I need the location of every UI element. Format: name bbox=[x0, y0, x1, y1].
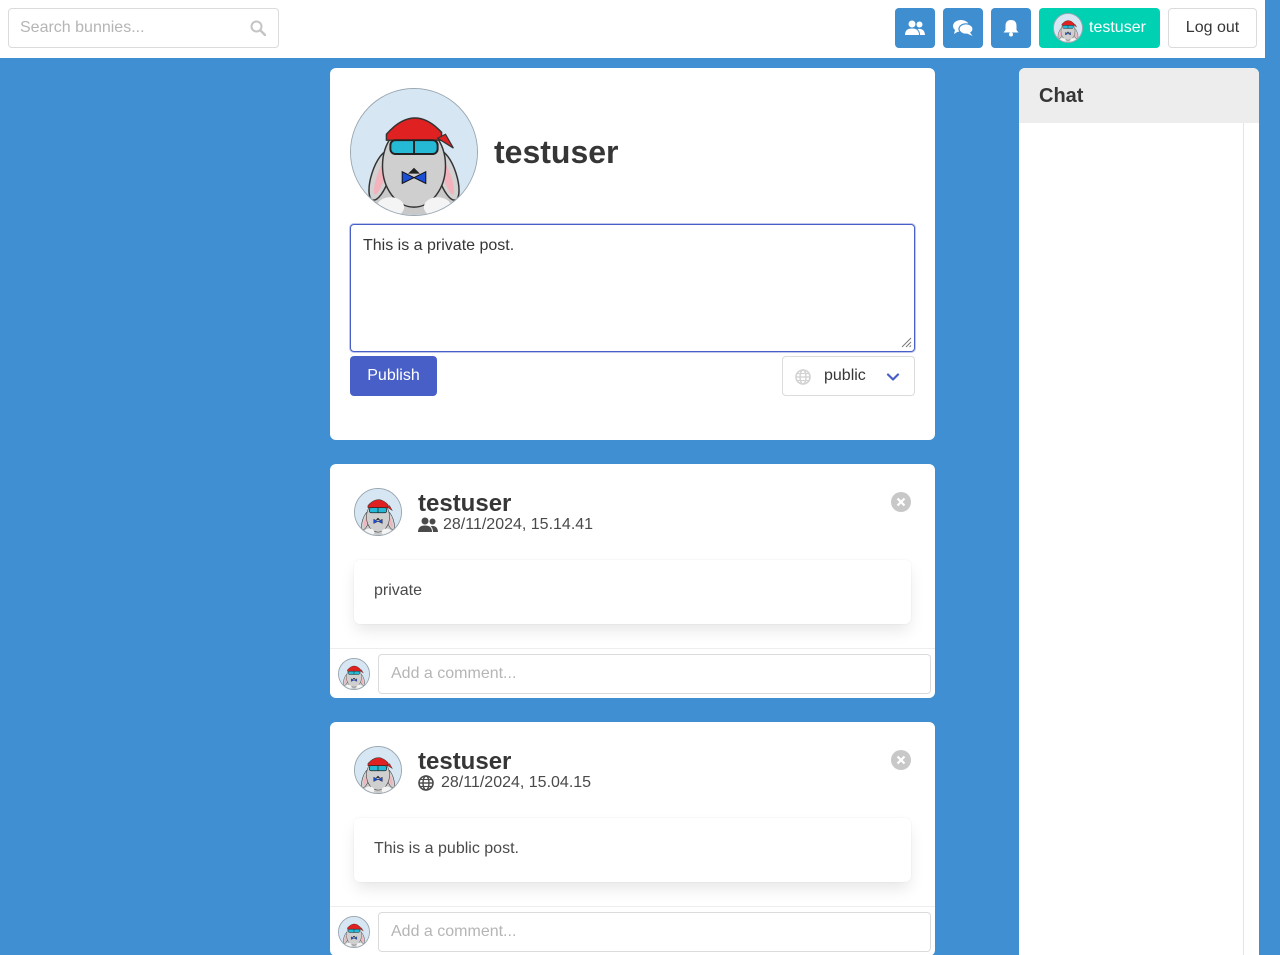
top-navbar: testuser Log out bbox=[0, 0, 1265, 58]
comment-input[interactable] bbox=[378, 654, 931, 694]
post-content: private bbox=[354, 560, 911, 624]
post-author-avatar[interactable] bbox=[354, 488, 402, 536]
user-profile-button[interactable]: testuser bbox=[1039, 8, 1160, 48]
resize-grip-icon[interactable] bbox=[900, 336, 912, 348]
publish-button[interactable]: Publish bbox=[350, 356, 437, 396]
delete-post-icon[interactable] bbox=[891, 492, 911, 512]
post-meta: 28/11/2024, 15.14.41 bbox=[418, 516, 593, 534]
post-author-avatar[interactable] bbox=[354, 746, 402, 794]
post-card: testuser 28/11/2024, 15.14.41 private bbox=[330, 464, 935, 698]
notifications-icon bbox=[1003, 20, 1019, 37]
chat-title: Chat bbox=[1019, 68, 1259, 123]
visibility-select[interactable]: public bbox=[782, 356, 915, 396]
visibility-value: public bbox=[824, 367, 866, 384]
messages-icon bbox=[953, 20, 973, 36]
profile-avatar[interactable] bbox=[350, 88, 478, 216]
post-card: testuser 28/11/2024, 15.04.15 This is a … bbox=[330, 722, 935, 955]
post-timestamp: 28/11/2024, 15.14.41 bbox=[443, 516, 594, 533]
navbar-username: testuser bbox=[1089, 19, 1146, 36]
delete-post-icon[interactable] bbox=[891, 750, 911, 770]
globe-icon bbox=[795, 369, 811, 385]
comment-avatar bbox=[338, 658, 370, 690]
friends-button[interactable] bbox=[895, 8, 935, 48]
search-input[interactable] bbox=[20, 9, 240, 47]
chevron-down-icon bbox=[886, 373, 900, 381]
logout-button[interactable]: Log out bbox=[1168, 8, 1257, 48]
post-divider bbox=[330, 648, 935, 649]
search-icon[interactable] bbox=[250, 20, 266, 36]
globe-icon bbox=[418, 775, 434, 791]
profile-username: testuser bbox=[494, 134, 619, 170]
comment-input[interactable] bbox=[378, 912, 931, 952]
friends-icon bbox=[905, 20, 925, 36]
comment-avatar bbox=[338, 916, 370, 948]
chat-scrollbar[interactable] bbox=[1243, 123, 1244, 955]
profile-card: testuser Publish public bbox=[330, 68, 935, 440]
chat-panel: Chat bbox=[1019, 68, 1259, 955]
post-content: This is a public post. bbox=[354, 818, 911, 882]
user-avatar bbox=[1053, 13, 1083, 43]
post-timestamp: 28/11/2024, 15.04.15 bbox=[441, 774, 592, 791]
friends-icon bbox=[418, 517, 438, 533]
post-author-name[interactable]: testuser bbox=[418, 490, 511, 518]
post-composer-textarea[interactable] bbox=[350, 224, 915, 352]
messages-button[interactable] bbox=[943, 8, 983, 48]
notifications-button[interactable] bbox=[991, 8, 1031, 48]
post-meta: 28/11/2024, 15.04.15 bbox=[418, 774, 591, 792]
search-box[interactable] bbox=[8, 8, 279, 48]
post-divider bbox=[330, 906, 935, 907]
post-author-name[interactable]: testuser bbox=[418, 748, 511, 776]
